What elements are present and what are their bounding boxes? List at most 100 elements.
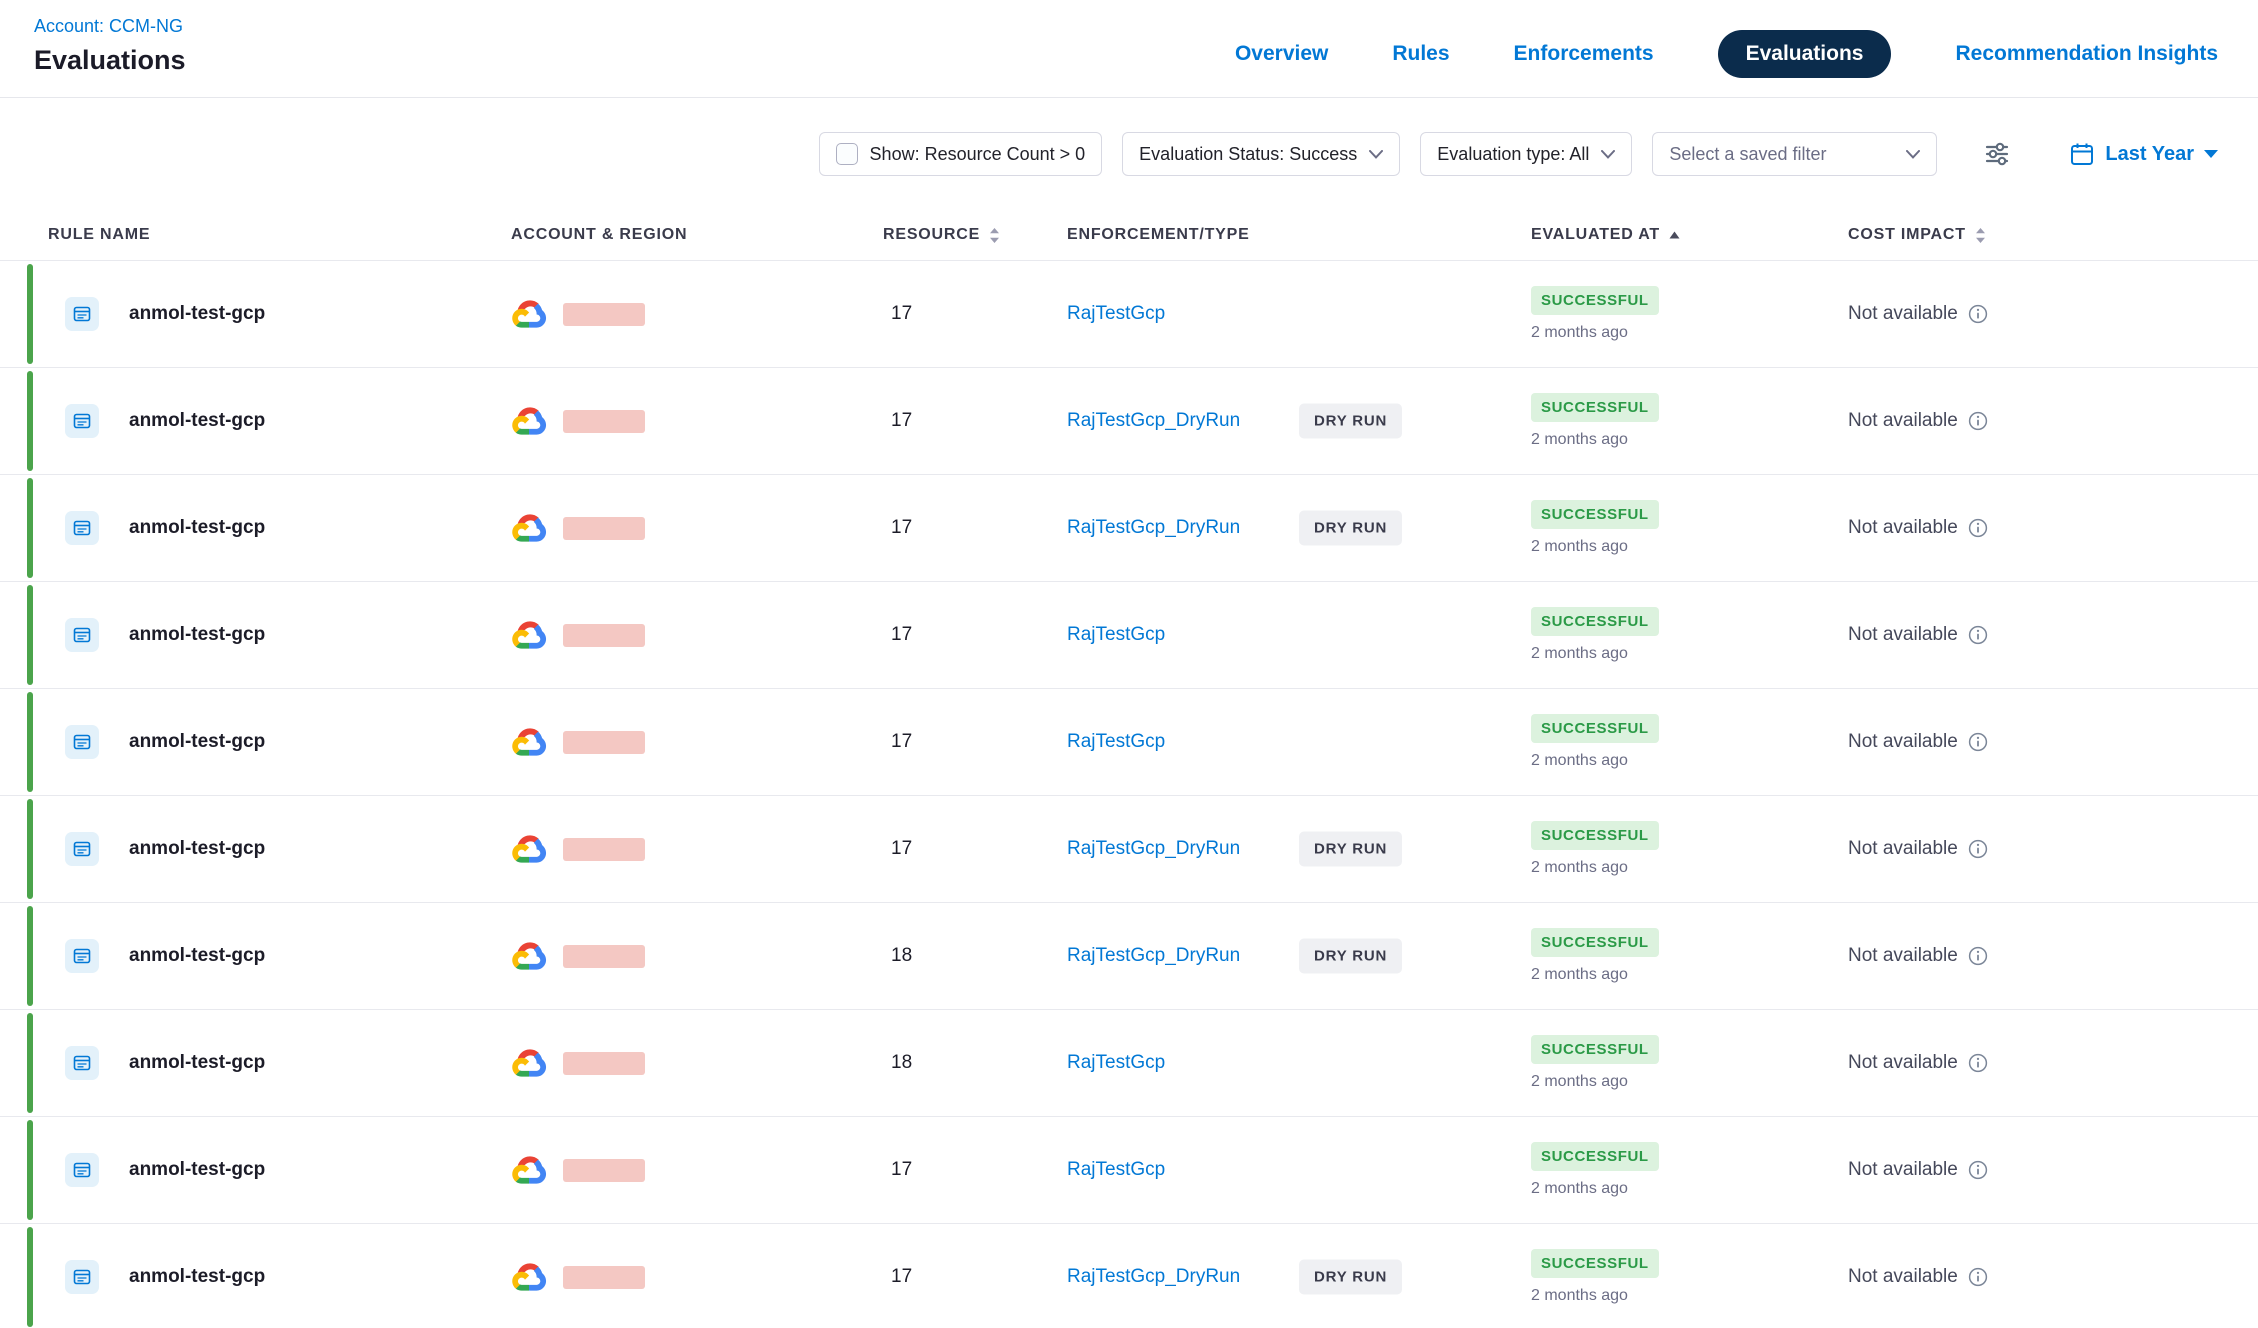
resource-count: 17 <box>883 731 1067 753</box>
col-evaluated-at[interactable]: EVALUATED AT <box>1531 226 1848 244</box>
enforcement-cell: RajTestGcp DRY RUN <box>1067 1010 1531 1116</box>
info-icon[interactable] <box>1968 411 1988 431</box>
evaluated-at-cell: SUCCESSFUL 2 months ago <box>1531 1142 1848 1198</box>
evaluated-at-cell: SUCCESSFUL 2 months ago <box>1531 928 1848 984</box>
info-icon[interactable] <box>1968 839 1988 859</box>
chevron-down-icon <box>1369 150 1383 159</box>
evaluated-time: 2 months ago <box>1531 538 1848 556</box>
cost-impact-cell: Not available <box>1848 838 2258 860</box>
redacted-account-name <box>563 731 645 754</box>
info-icon[interactable] <box>1968 732 1988 752</box>
resource-count-filter[interactable]: Show: Resource Count > 0 <box>819 132 1103 176</box>
enforcement-link[interactable]: RajTestGcp_DryRun <box>1067 838 1240 860</box>
cost-impact-value: Not available <box>1848 624 1958 646</box>
saved-filter-placeholder: Select a saved filter <box>1669 144 1826 165</box>
rule-icon <box>65 297 99 331</box>
nav-enforcements[interactable]: Enforcements <box>1514 42 1654 66</box>
redacted-account-name <box>563 517 645 540</box>
enforcement-link[interactable]: RajTestGcp <box>1067 1159 1165 1181</box>
redacted-account-name <box>563 1159 645 1182</box>
rule-cell: anmol-test-gcp <box>0 511 511 545</box>
row-status-accent-bar <box>27 1120 33 1220</box>
table-row: anmol-test-gcp 17 RajTestGcp_DryRun DRY … <box>0 367 2258 474</box>
nav-recommendation-insights[interactable]: Recommendation Insights <box>1955 42 2218 66</box>
row-status-accent-bar <box>27 585 33 685</box>
evaluated-time: 2 months ago <box>1531 859 1848 877</box>
redacted-account-name <box>563 303 645 326</box>
enforcement-cell: RajTestGcp_DryRun DRY RUN <box>1067 796 1531 902</box>
saved-filter-dropdown[interactable]: Select a saved filter <box>1652 132 1937 176</box>
cost-impact-cell: Not available <box>1848 945 2258 967</box>
gcp-cloud-icon <box>511 1262 549 1293</box>
resource-count-checkbox[interactable] <box>836 143 858 165</box>
nav-overview[interactable]: Overview <box>1235 42 1328 66</box>
rule-icon <box>65 939 99 973</box>
account-region-cell <box>511 620 883 651</box>
info-icon[interactable] <box>1968 304 1988 324</box>
row-status-accent-bar <box>27 799 33 899</box>
info-icon[interactable] <box>1968 946 1988 966</box>
evaluation-type-dropdown[interactable]: Evaluation type: All <box>1420 132 1632 176</box>
enforcement-link[interactable]: RajTestGcp_DryRun <box>1067 945 1240 967</box>
evaluated-time: 2 months ago <box>1531 431 1848 449</box>
table-row: anmol-test-gcp 18 RajTestGcp DRY RUN SUC… <box>0 1009 2258 1116</box>
enforcement-link[interactable]: RajTestGcp <box>1067 303 1165 325</box>
date-range-dropdown[interactable]: Last Year <box>2069 141 2218 167</box>
account-region-cell <box>511 1155 883 1186</box>
resource-count: 18 <box>883 1052 1067 1074</box>
redacted-account-name <box>563 624 645 647</box>
enforcement-link[interactable]: RajTestGcp <box>1067 1052 1165 1074</box>
rule-name: anmol-test-gcp <box>129 945 265 967</box>
rule-name: anmol-test-gcp <box>129 1052 265 1074</box>
evaluation-status-dropdown[interactable]: Evaluation Status: Success <box>1122 132 1400 176</box>
evaluation-status-value: Evaluation Status: Success <box>1139 144 1357 165</box>
evaluated-at-cell: SUCCESSFUL 2 months ago <box>1531 714 1848 770</box>
filter-settings-icon <box>1983 140 2011 168</box>
table-row: anmol-test-gcp 17 RajTestGcp DRY RUN SUC… <box>0 260 2258 367</box>
evaluated-at-cell: SUCCESSFUL 2 months ago <box>1531 286 1848 342</box>
col-resource[interactable]: RESOURCE <box>883 226 1067 244</box>
gcp-cloud-icon <box>511 406 549 437</box>
rule-name: anmol-test-gcp <box>129 1266 265 1288</box>
enforcement-link[interactable]: RajTestGcp_DryRun <box>1067 517 1240 539</box>
status-badge: SUCCESSFUL <box>1531 393 1659 422</box>
rule-icon <box>65 725 99 759</box>
evaluated-time: 2 months ago <box>1531 752 1848 770</box>
info-icon[interactable] <box>1968 1053 1988 1073</box>
info-icon[interactable] <box>1968 625 1988 645</box>
account-region-cell <box>511 406 883 437</box>
filter-settings-button[interactable] <box>1979 136 2015 172</box>
chevron-down-icon <box>1601 150 1615 159</box>
enforcement-link[interactable]: RajTestGcp <box>1067 624 1165 646</box>
status-badge: SUCCESSFUL <box>1531 1142 1659 1171</box>
account-breadcrumb[interactable]: Account: CCM-NG <box>34 16 183 37</box>
evaluated-at-cell: SUCCESSFUL 2 months ago <box>1531 1249 1848 1305</box>
resource-count: 17 <box>883 838 1067 860</box>
status-badge: SUCCESSFUL <box>1531 928 1659 957</box>
row-status-accent-bar <box>27 692 33 792</box>
evaluated-time: 2 months ago <box>1531 1073 1848 1091</box>
account-region-cell <box>511 299 883 330</box>
cost-impact-value: Not available <box>1848 838 1958 860</box>
cost-impact-value: Not available <box>1848 1266 1958 1288</box>
rule-cell: anmol-test-gcp <box>0 1046 511 1080</box>
nav-rules[interactable]: Rules <box>1392 42 1449 66</box>
info-icon[interactable] <box>1968 518 1988 538</box>
sort-icon <box>1975 227 1986 244</box>
rule-name: anmol-test-gcp <box>129 838 265 860</box>
rule-name: anmol-test-gcp <box>129 410 265 432</box>
info-icon[interactable] <box>1968 1160 1988 1180</box>
header-left: Account: CCM-NG Evaluations <box>34 16 186 76</box>
rule-cell: anmol-test-gcp <box>0 1153 511 1187</box>
date-range-value: Last Year <box>2105 143 2194 166</box>
enforcement-link[interactable]: RajTestGcp_DryRun <box>1067 1266 1240 1288</box>
nav-evaluations[interactable]: Evaluations <box>1718 30 1892 78</box>
dry-run-badge: DRY RUN <box>1299 1260 1402 1295</box>
evaluated-at-cell: SUCCESSFUL 2 months ago <box>1531 1035 1848 1091</box>
info-icon[interactable] <box>1968 1267 1988 1287</box>
col-cost-impact[interactable]: COST IMPACT <box>1848 226 2258 244</box>
cost-impact-cell: Not available <box>1848 410 2258 432</box>
enforcement-link[interactable]: RajTestGcp_DryRun <box>1067 410 1240 432</box>
enforcement-link[interactable]: RajTestGcp <box>1067 731 1165 753</box>
rule-cell: anmol-test-gcp <box>0 725 511 759</box>
